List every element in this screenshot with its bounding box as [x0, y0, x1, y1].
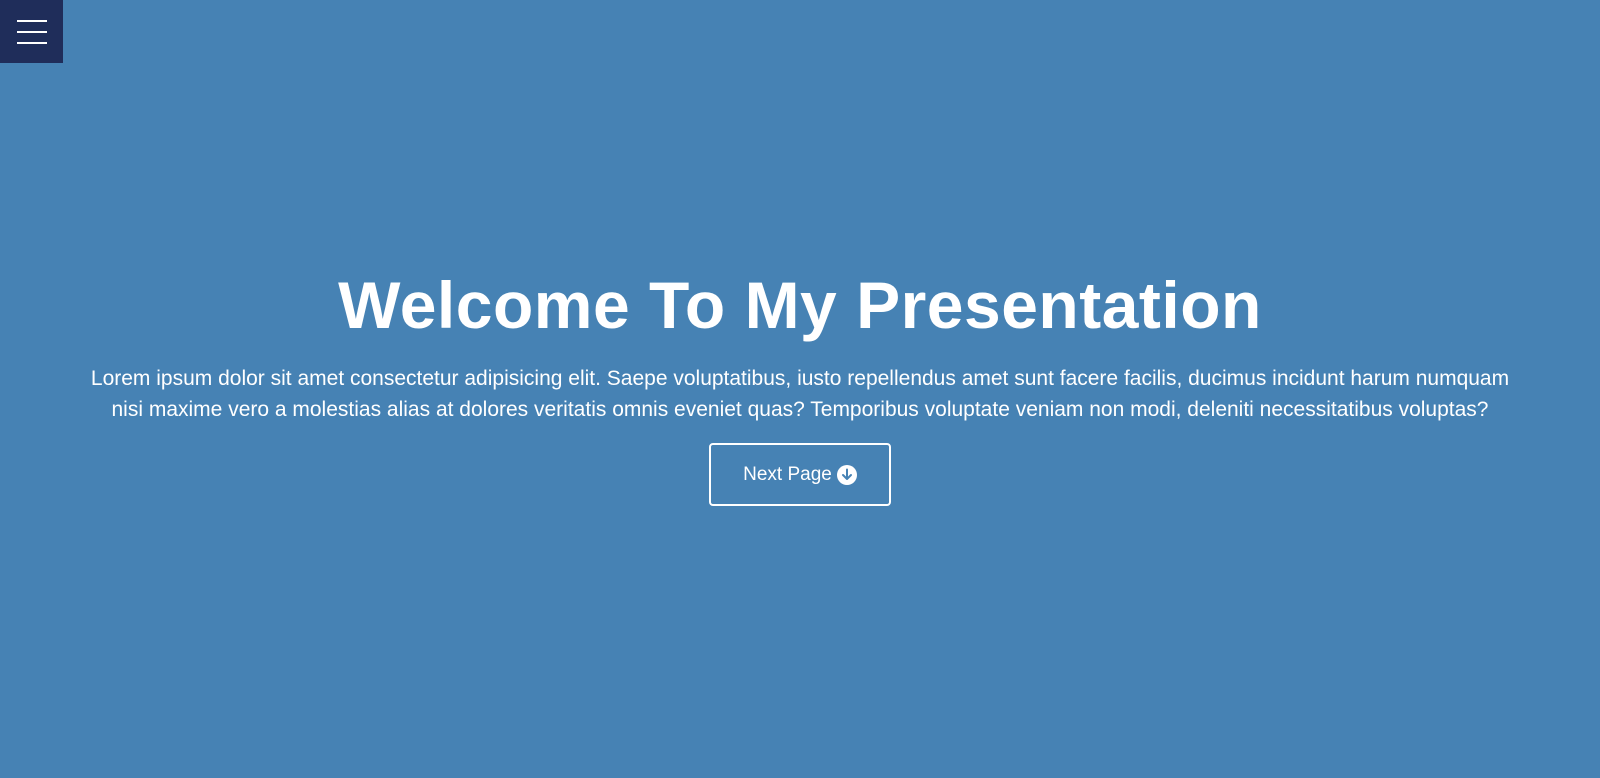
page-title: Welcome To My Presentation	[338, 268, 1262, 342]
arrow-circle-down-icon	[836, 464, 857, 485]
hero-description: Lorem ipsum dolor sit amet consectetur a…	[90, 367, 1510, 421]
next-page-label: Next Page	[743, 463, 832, 485]
next-page-button[interactable]: Next Page	[709, 443, 891, 506]
hero-section: Welcome To My Presentation Lorem ipsum d…	[0, 0, 1600, 778]
